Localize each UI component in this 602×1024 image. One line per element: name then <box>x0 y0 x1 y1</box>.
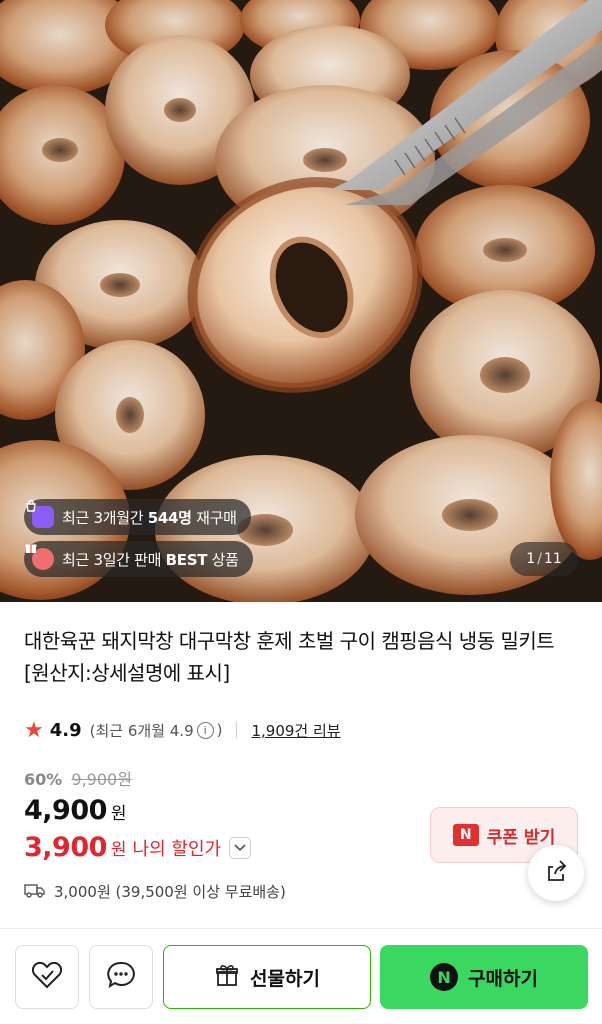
sale-price: 4,900 원 <box>24 795 127 826</box>
product-title: 대한육꾼 돼지막창 대구막창 훈제 초벌 구이 캠핑음식 냉동 밀키트 [원산지… <box>24 629 555 685</box>
share-icon <box>543 858 569 888</box>
bottom-action-bar: 선물하기 N 구매하기 <box>0 928 602 1024</box>
recent-rating: (최근 6개월 4.9 <box>89 721 194 740</box>
wishlist-button[interactable] <box>15 945 79 1009</box>
my-discount-price[interactable]: 3,900 원 나의 할인가 <box>24 832 252 863</box>
chat-bubble-icon <box>106 960 136 994</box>
recent-rating-close: ) <box>216 721 223 739</box>
rating-score: 4.9 <box>49 719 82 741</box>
rating-row: ★ 4.9 (최근 6개월 4.9 i ) 1,909건 리뷰 <box>24 716 341 744</box>
repurchase-text: 최근 3개월간 544명 재구매 <box>62 508 237 527</box>
image-counter-current: 1 <box>526 551 536 567</box>
discount-percent: 60% <box>24 770 63 789</box>
info-icon[interactable]: i <box>196 721 214 739</box>
discount-row: 60% 9,900원 <box>24 766 132 790</box>
review-count-link[interactable]: 1,909건 리뷰 <box>251 720 340 741</box>
repurchase-badge: 최근 3개월간 544명 재구매 <box>24 499 251 535</box>
buy-button[interactable]: N 구매하기 <box>380 945 588 1009</box>
share-button[interactable] <box>528 845 584 901</box>
buy-label: 구매하기 <box>468 967 538 990</box>
product-image[interactable]: 최근 3개월간 544명 재구매 최근 3일간 판매 BEST 상품 1 / 1… <box>0 0 602 602</box>
image-counter-total: 11 <box>543 551 562 567</box>
image-counter: 1 / 11 <box>510 542 578 576</box>
truck-icon <box>24 882 46 902</box>
gift-button[interactable]: 선물하기 <box>163 945 371 1009</box>
talk-button[interactable] <box>89 945 153 1009</box>
heart-check-icon <box>31 960 63 994</box>
gift-icon <box>214 962 240 993</box>
best-seller-text: 최근 3일간 판매 BEST 상품 <box>62 550 239 569</box>
my-price-currency: 원 <box>110 840 127 860</box>
naver-pay-icon: N <box>430 963 459 991</box>
coupon-label: 쿠폰 받기 <box>486 827 556 848</box>
original-price: 9,900원 <box>71 770 132 789</box>
bag-icon <box>26 499 54 528</box>
divider <box>236 722 238 738</box>
gift-label: 선물하기 <box>250 967 320 990</box>
star-icon: ★ <box>24 717 44 743</box>
naver-n-icon: N <box>452 824 479 846</box>
chevron-down-icon[interactable] <box>229 836 252 859</box>
currency-label: 원 <box>110 804 127 824</box>
sale-price-value: 4,900 <box>24 795 107 826</box>
shipping-text: 3,000원 (39,500원 이상 무료배송) <box>54 883 286 901</box>
gift-box-icon <box>25 544 54 570</box>
my-price-value: 3,900 <box>24 832 107 863</box>
shipping-info: 3,000원 (39,500원 이상 무료배송) <box>24 881 286 902</box>
my-price-label: 나의 할인가 <box>132 838 222 860</box>
best-seller-badge: 최근 3일간 판매 BEST 상품 <box>24 541 253 577</box>
